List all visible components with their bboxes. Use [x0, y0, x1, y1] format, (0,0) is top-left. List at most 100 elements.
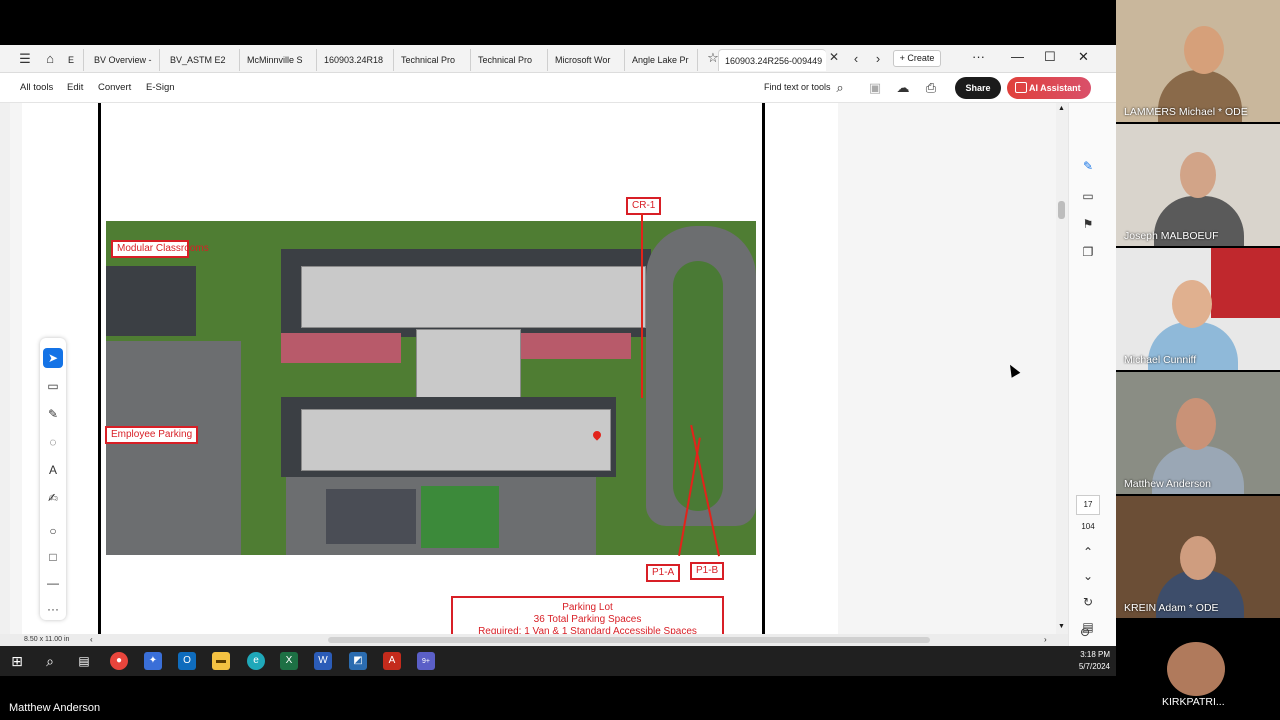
task-view-icon[interactable]: ▤: [75, 652, 93, 670]
building-north: [301, 266, 646, 328]
page-down-icon[interactable]: ⌄: [1079, 567, 1097, 585]
cr1-pointer-line: [641, 213, 643, 398]
more-options-icon[interactable]: ···: [972, 49, 985, 64]
label-modular-classrooms: Modular Classrooms: [111, 240, 209, 258]
scroll-down-icon[interactable]: ▼: [1058, 623, 1065, 630]
excel-icon[interactable]: X: [280, 652, 298, 670]
tab-3[interactable]: BV_ASTM E2: [164, 49, 240, 71]
employee-parking-lot: [106, 341, 241, 555]
page-number-input[interactable]: 17: [1076, 495, 1100, 515]
windows-taskbar: ⊞ ⌕ ▤ ● ✦ O ▬ e X W ◩ A 9+ 3:18 PM 5/7/2…: [0, 646, 1116, 676]
text-icon[interactable]: A: [43, 460, 63, 480]
horizontal-scroll-thumb[interactable]: [328, 637, 930, 643]
page-up-icon[interactable]: ⌃: [1079, 543, 1097, 561]
edge-icon[interactable]: e: [247, 652, 265, 670]
chevron-right-icon[interactable]: ›: [870, 51, 886, 67]
red-trees-west: [281, 333, 401, 363]
find-text-field[interactable]: Find text or tools: [764, 82, 831, 92]
tab-1[interactable]: E: [62, 49, 84, 71]
participant-name: KREIN Adam * ODE: [1124, 602, 1219, 614]
square-icon[interactable]: □: [43, 547, 63, 567]
save-icon[interactable]: ▣: [866, 79, 884, 97]
participant-avatar: [1167, 642, 1225, 696]
system-clock[interactable]: 3:18 PM 5/7/2024: [1072, 649, 1110, 673]
parking-line3: Required: 1 Van & 1 Standard Accessible …: [478, 626, 697, 634]
vertical-scroll-thumb[interactable]: [1058, 201, 1065, 219]
tab-2[interactable]: BV Overview -: [88, 49, 160, 71]
building-middle: [416, 329, 521, 401]
participant-name: KIRKPATRI...: [1162, 696, 1225, 708]
parking-lot-note: Parking Lot 36 Total Parking Spaces Requ…: [451, 596, 724, 634]
lasso-icon[interactable]: ◌: [43, 432, 63, 452]
home-icon[interactable]: ⌂: [42, 51, 58, 67]
rotate-icon[interactable]: ↻: [1079, 593, 1097, 611]
horizontal-scrollbar[interactable]: 8.50 x 11.00 in ‹ ›: [0, 634, 1068, 646]
create-button[interactable]: + Create: [893, 50, 941, 67]
menu-convert[interactable]: Convert: [98, 82, 131, 93]
building-south: [301, 409, 611, 471]
share-button[interactable]: Share: [955, 77, 1001, 99]
menu-all-tools[interactable]: All tools: [20, 82, 53, 93]
comment-icon[interactable]: ▭: [43, 376, 63, 396]
close-window-icon[interactable]: ✕: [1078, 49, 1089, 65]
maximize-icon[interactable]: ☐: [1044, 49, 1056, 65]
page-total: 104: [1081, 522, 1095, 531]
participant-tile-1[interactable]: LAMMERS Michael * ODE: [1116, 0, 1280, 122]
search-taskbar-icon[interactable]: ⌕: [41, 652, 59, 670]
scroll-up-icon[interactable]: ▲: [1058, 105, 1065, 112]
cursor-icon[interactable]: ➤: [43, 348, 63, 368]
line-icon[interactable]: —: [43, 573, 63, 593]
outlook-icon[interactable]: O: [178, 652, 196, 670]
tab-8[interactable]: Microsoft Wor: [549, 49, 625, 71]
right-sidebar: ✎ ▭ ⚑ ❐ 17 104 ⌃ ⌄ ↻ ▤ ⊕: [1068, 103, 1116, 676]
more-icon[interactable]: ···: [43, 599, 63, 619]
sign-icon[interactable]: ✍: [43, 488, 63, 508]
chrome-icon[interactable]: ●: [110, 652, 128, 670]
tab-9[interactable]: Angle Lake Pr: [626, 49, 698, 71]
participant-tile-2[interactable]: Joseph MALBOEUF: [1116, 124, 1280, 246]
upload-icon[interactable]: ☁: [894, 79, 912, 97]
tab-6[interactable]: Technical Pro: [395, 49, 471, 71]
search-icon[interactable]: ⌕: [831, 79, 849, 97]
tab-4[interactable]: McMinnville S: [241, 49, 317, 71]
pages-icon[interactable]: ❐: [1079, 243, 1097, 261]
bookmark-icon[interactable]: ⚑: [1079, 215, 1097, 233]
quick-tools-palette: ➤ ▭ ✎ ◌ A ✍ ○ □ — ···: [40, 338, 66, 620]
background-red-wall: [1211, 248, 1280, 318]
participant-tile-6[interactable]: KIRKPATRI...: [1116, 620, 1280, 720]
acrobat-icon[interactable]: A: [383, 652, 401, 670]
ai-icon: [1015, 82, 1027, 93]
tab-5[interactable]: 160903.24R18: [318, 49, 394, 71]
file-explorer-icon[interactable]: ▬: [212, 652, 230, 670]
windows-start-icon[interactable]: ⊞: [8, 652, 26, 670]
create-label: Create: [907, 53, 935, 63]
pen-icon[interactable]: ✎: [43, 404, 63, 424]
participant-tile-5[interactable]: KREIN Adam * ODE: [1116, 496, 1280, 618]
print-icon[interactable]: ⎙: [922, 79, 940, 97]
menu-icon[interactable]: ☰: [17, 51, 33, 67]
minimize-icon[interactable]: —: [1011, 49, 1024, 64]
teams-icon[interactable]: 9+: [417, 652, 435, 670]
menu-esign[interactable]: E-Sign: [146, 82, 175, 93]
vertical-scrollbar[interactable]: ▲ ▼: [1056, 103, 1068, 634]
scroll-left-icon[interactable]: ‹: [90, 635, 93, 644]
tab-active[interactable]: 160903.24R256-009449: [718, 49, 826, 71]
participant-tile-4[interactable]: Matthew Anderson: [1116, 372, 1280, 494]
participant-tile-3[interactable]: Michael Cunniff: [1116, 248, 1280, 370]
zoom-out-icon[interactable]: ⊖: [1080, 625, 1090, 639]
participant-head: [1184, 26, 1224, 74]
participant-name: Matthew Anderson: [1124, 478, 1211, 490]
ai-assistant-button[interactable]: AI Assistant: [1007, 77, 1091, 99]
tab-7[interactable]: Technical Pro: [472, 49, 548, 71]
site-aerial-map: [106, 221, 756, 555]
edit-pdf-icon[interactable]: ✎: [1079, 157, 1097, 175]
chevron-left-icon[interactable]: ‹: [848, 51, 864, 67]
word-icon[interactable]: W: [314, 652, 332, 670]
app-icon[interactable]: ✦: [144, 652, 162, 670]
menu-edit[interactable]: Edit: [67, 82, 83, 93]
remote-desktop-icon[interactable]: ◩: [349, 652, 367, 670]
scroll-right-icon[interactable]: ›: [1044, 635, 1047, 644]
close-tab-icon[interactable]: ✕: [829, 50, 839, 64]
circle-icon[interactable]: ○: [43, 521, 63, 541]
comment-panel-icon[interactable]: ▭: [1079, 187, 1097, 205]
